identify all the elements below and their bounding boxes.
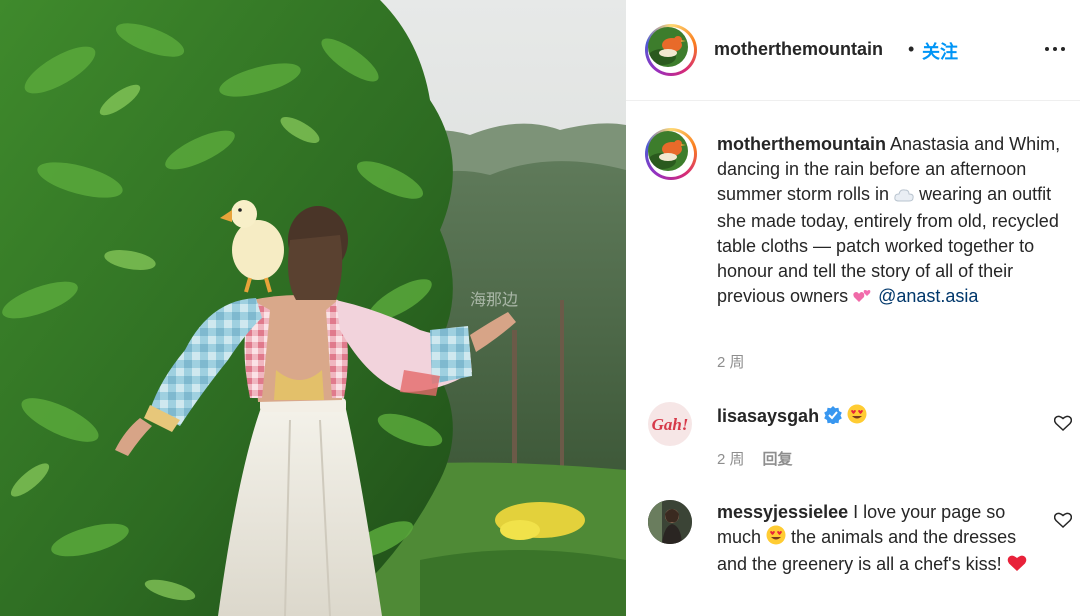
- like-heart-icon[interactable]: [1053, 512, 1073, 529]
- comment-username[interactable]: lisasaysgah: [717, 406, 819, 426]
- avatar[interactable]: Gah!: [648, 402, 692, 446]
- post-side-panel: motherthemountain • 关注 motherthemountain…: [626, 0, 1080, 616]
- caption-timestamp[interactable]: 2 周: [717, 351, 745, 372]
- more-horizontal-icon[interactable]: [1043, 42, 1067, 56]
- avatar-image: [648, 500, 692, 544]
- comment: lisasaysgah: [717, 404, 1047, 431]
- caption-avatar-ring[interactable]: [645, 128, 697, 180]
- comment-timestamp[interactable]: 2 周: [717, 451, 745, 468]
- comment-text: the animals and the dresses and the gree…: [717, 527, 1017, 574]
- post-caption: motherthemountain Anastasia and Whim, da…: [717, 132, 1062, 311]
- post-header: motherthemountain • 关注: [626, 0, 1080, 101]
- comment-username[interactable]: messyjessielee: [717, 502, 848, 522]
- heart-eyes-emoji: [847, 404, 867, 431]
- instagram-post: 海那边 motherthemountain • 关注 motherthemoun…: [0, 0, 1080, 616]
- verified-badge-icon: [824, 406, 842, 431]
- heart-eyes-emoji: [766, 525, 786, 552]
- post-image: 海那边: [0, 0, 626, 616]
- avatar[interactable]: [648, 27, 688, 67]
- svg-text:海那边: 海那边: [470, 290, 518, 309]
- post-photo[interactable]: 海那边: [0, 0, 626, 616]
- reply-button[interactable]: 回复: [763, 451, 793, 468]
- cloud-emoji: [894, 184, 914, 209]
- follow-button[interactable]: 关注: [922, 38, 958, 64]
- avatar-image: [648, 27, 688, 67]
- mention-link[interactable]: @anast.asia: [878, 286, 978, 306]
- separator-dot: •: [908, 39, 915, 59]
- red-heart-emoji: [1007, 554, 1027, 579]
- avatar[interactable]: [648, 500, 692, 544]
- comment-meta: 2 周 回复: [717, 448, 793, 469]
- like-heart-icon[interactable]: [1053, 415, 1073, 432]
- caption-username[interactable]: motherthemountain: [717, 134, 886, 154]
- avatar[interactable]: [648, 131, 688, 171]
- avatar-image: [648, 131, 688, 171]
- avatar-text: Gah!: [651, 415, 689, 434]
- header-avatar-ring[interactable]: [645, 24, 697, 76]
- two-hearts-emoji: [853, 286, 873, 311]
- header-username[interactable]: motherthemountain: [714, 39, 883, 60]
- comment: messyjessielee I love your page so much …: [717, 500, 1047, 579]
